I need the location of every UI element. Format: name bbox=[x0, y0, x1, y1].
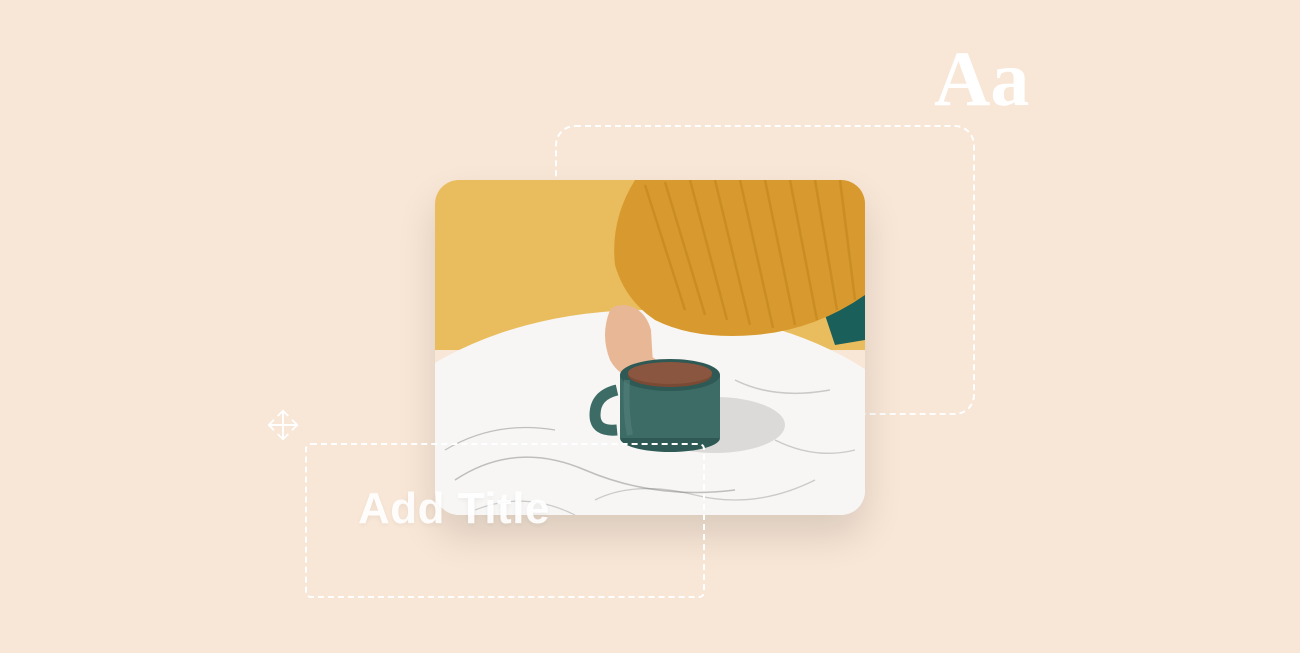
title-text-input[interactable]: Add Title bbox=[358, 484, 550, 534]
typography-tool-badge[interactable]: Aa bbox=[934, 40, 1029, 118]
editor-canvas[interactable]: Aa Add Title bbox=[0, 0, 1300, 653]
move-handle[interactable] bbox=[263, 405, 303, 445]
move-icon bbox=[264, 406, 302, 444]
